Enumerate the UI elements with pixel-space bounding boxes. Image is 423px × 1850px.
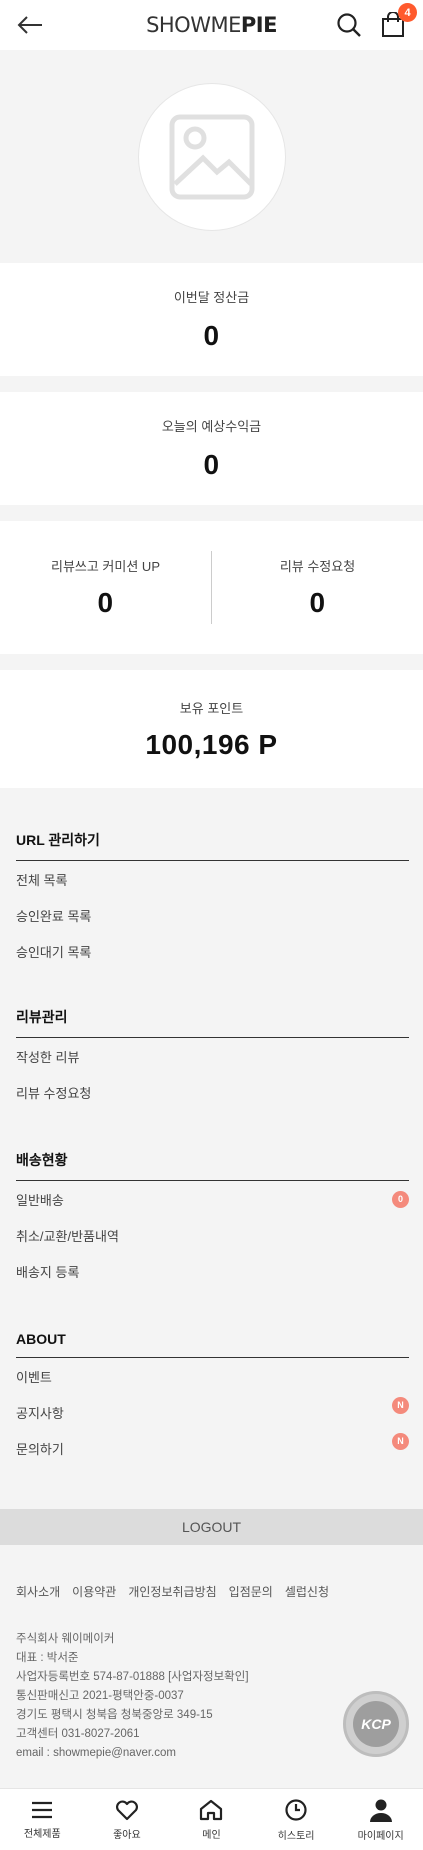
points-label: 보유 포인트 (179, 700, 244, 716)
today-expected-value: 0 (203, 449, 220, 480)
review-management-section: 리뷰관리 작성한 리뷰 리뷰 수정요청 (16, 1007, 409, 1110)
nav-my-page[interactable]: 마이페이지 (338, 1789, 423, 1850)
review-edit-request-value: 0 (309, 587, 326, 618)
menu-item-cancel-exchange-return[interactable]: 취소/교환/반품내역 (16, 1217, 409, 1253)
delivery-status-section: 배송현황 일반배송 0 취소/교환/반품내역 배송지 등록 (16, 1150, 409, 1289)
company-name: 주식회사 웨이메이커 (16, 1633, 115, 1645)
review-edit-request-label: 리뷰 수정요청 (279, 559, 356, 574)
footer-link-celeb-apply[interactable]: 셀럽신청 (285, 1583, 329, 1600)
back-icon[interactable] (14, 9, 46, 41)
footer-links: 회사소개 이용약관 개인정보취급방침 입점문의 셀럽신청 (16, 1583, 329, 1600)
review-commission-label: 리뷰쓰고 커미션 UP (50, 559, 160, 574)
home-icon (200, 1799, 223, 1820)
review-management-title: 리뷰관리 (16, 1007, 409, 1038)
company-info: 주식회사 웨이메이커 대표 : 박서준 사업자등록번호 574-87-01888… (16, 1630, 249, 1763)
clock-icon (285, 1798, 307, 1821)
monthly-settlement-label: 이번달 정산금 (173, 290, 250, 305)
footer-link-terms[interactable]: 이용약관 (72, 1583, 116, 1600)
review-stats-card: 리뷰쓰고 커미션 UP 0 리뷰 수정요청 0 (0, 521, 423, 654)
footer-link-partner[interactable]: 입점문의 (229, 1583, 273, 1600)
nav-main[interactable]: 메인 (169, 1789, 254, 1850)
kcp-logo: KCP (353, 1701, 399, 1747)
nav-likes[interactable]: 좋아요 (85, 1789, 170, 1850)
footer-link-privacy[interactable]: 개인정보취급방침 (128, 1583, 216, 1600)
company-ecommerce-registration: 통신판매신고 2021-평택안중-0037 (16, 1690, 184, 1702)
cart-count-badge: 4 (398, 3, 417, 22)
menu-item-written-reviews[interactable]: 작성한 리뷰 (16, 1038, 409, 1074)
notices-new-badge: N (392, 1396, 409, 1414)
monthly-settlement-card: 이번달 정산금 0 (0, 263, 423, 376)
monthly-settlement-value: 0 (203, 320, 220, 351)
menu-item-review-edit-request[interactable]: 리뷰 수정요청 (16, 1074, 409, 1110)
menu-item-all-list[interactable]: 전체 목록 (16, 861, 409, 897)
user-icon (369, 1799, 392, 1822)
app-header: SHOWMEPIE 4 (0, 0, 423, 50)
company-address: 경기도 평택시 청북읍 청북중앙로 349-15 (16, 1709, 213, 1721)
menu-item-inquiry[interactable]: 문의하기 N (16, 1430, 409, 1466)
search-icon[interactable] (333, 9, 365, 41)
points-value: 100,196 P (145, 728, 278, 760)
heart-icon (115, 1800, 138, 1820)
menu-item-events[interactable]: 이벤트 (16, 1358, 409, 1394)
menu-item-approved-list[interactable]: 승인완료 목록 (16, 897, 409, 933)
company-email: email : showmepie@naver.com (16, 1747, 176, 1759)
profile-area (0, 50, 423, 263)
general-delivery-count-badge: 0 (392, 1190, 409, 1208)
delivery-status-title: 배송현황 (16, 1150, 409, 1181)
url-management-section: URL 관리하기 전체 목록 승인완료 목록 승인대기 목록 (16, 830, 409, 969)
menu-item-general-delivery[interactable]: 일반배송 0 (16, 1181, 409, 1217)
logout-button[interactable]: LOGOUT (0, 1509, 423, 1545)
about-section: ABOUT 이벤트 공지사항 N 문의하기 N (16, 1331, 409, 1466)
points-card: 보유 포인트 100,196 P (0, 670, 423, 788)
menu-item-pending-list[interactable]: 승인대기 목록 (16, 933, 409, 969)
review-edit-request-stat[interactable]: 리뷰 수정요청 0 (212, 521, 423, 654)
nav-history[interactable]: 히스토리 (254, 1789, 339, 1850)
menu-item-notices[interactable]: 공지사항 N (16, 1394, 409, 1430)
header-actions: 4 (333, 3, 417, 41)
kcp-escrow-mark[interactable]: KCP (343, 1691, 409, 1757)
company-customer-center: 고객센터 031-8027-2061 (16, 1728, 140, 1740)
today-expected-card: 오늘의 예상수익금 0 (0, 392, 423, 505)
menu-icon (32, 1801, 53, 1818)
image-placeholder-icon (169, 114, 255, 200)
menu-item-address-register[interactable]: 배송지 등록 (16, 1253, 409, 1289)
bottom-navigation: 전체제품 좋아요 메인 히스토리 마이페이지 (0, 1788, 423, 1850)
company-ceo: 대표 : 박서준 (16, 1652, 79, 1664)
url-management-title: URL 관리하기 (16, 830, 409, 861)
cart-button[interactable]: 4 (377, 3, 417, 41)
review-commission-value: 0 (97, 587, 114, 618)
nav-all-products[interactable]: 전체제품 (0, 1789, 85, 1850)
today-expected-label: 오늘의 예상수익금 (161, 419, 262, 434)
company-business-number[interactable]: 사업자등록번호 574-87-01888 [사업자정보확인] (16, 1668, 249, 1687)
inquiry-new-badge: N (392, 1432, 409, 1450)
footer-link-company[interactable]: 회사소개 (16, 1583, 60, 1600)
profile-image[interactable] (138, 83, 286, 231)
review-commission-stat[interactable]: 리뷰쓰고 커미션 UP 0 (0, 521, 211, 654)
brand-logo[interactable]: SHOWMEPIE (146, 13, 277, 37)
about-title: ABOUT (16, 1331, 409, 1358)
